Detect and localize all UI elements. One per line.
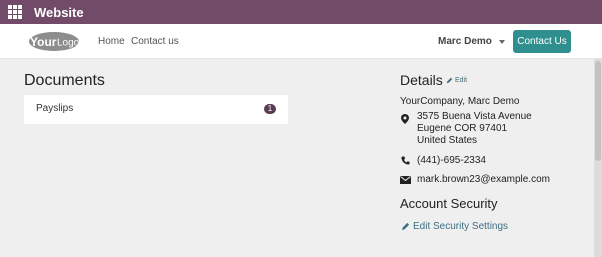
address-block: 3575 Buena Vista Avenue Eugene COR 97401…: [417, 111, 532, 147]
svg-text:Your: Your: [30, 35, 57, 49]
portal-content: Documents Payslips 1 Details Edit YourCo…: [0, 59, 594, 257]
envelope-icon: [400, 176, 411, 184]
scrollbar-thumb[interactable]: [595, 61, 601, 161]
pencil-icon: [401, 222, 410, 231]
nav-link-contact[interactable]: Contact us: [131, 36, 179, 47]
contact-us-button[interactable]: Contact Us: [513, 30, 571, 53]
account-security-title: Account Security: [400, 196, 498, 211]
pencil-icon: [446, 77, 453, 84]
user-menu[interactable]: Marc Demo: [438, 36, 505, 47]
company-name: YourCompany, Marc Demo: [400, 96, 520, 107]
caret-down-icon: [498, 39, 505, 44]
address-line-1: 3575 Buena Vista Avenue: [417, 111, 532, 122]
vertical-scrollbar[interactable]: [594, 59, 602, 257]
site-navbar: Your Logo Home Contact us Marc Demo Cont…: [0, 24, 602, 59]
nav-link-home[interactable]: Home: [98, 36, 125, 47]
phone-number: (441)-695-2334: [417, 155, 486, 166]
address-line-2: Eugene COR 97401: [417, 123, 508, 134]
edit-details-label: Edit: [455, 77, 468, 84]
details-title: Details: [400, 72, 443, 88]
user-name: Marc Demo: [438, 36, 492, 47]
email-address: mark.brown23@example.com: [417, 174, 550, 185]
phone-icon: [401, 156, 410, 165]
document-item-payslips[interactable]: Payslips 1: [24, 95, 288, 124]
edit-security-settings-label: Edit Security Settings: [413, 221, 509, 232]
app-top-bar: Website: [0, 0, 602, 24]
edit-security-settings-link[interactable]: Edit Security Settings: [401, 221, 508, 232]
document-count-badge: 1: [264, 104, 276, 114]
map-marker-icon: [401, 114, 409, 124]
svg-text:Logo: Logo: [57, 38, 80, 49]
company-logo[interactable]: Your Logo: [24, 31, 80, 52]
document-label: Payslips: [36, 103, 74, 114]
app-title: Website: [34, 4, 84, 20]
address-line-3: United States: [417, 135, 478, 146]
documents-title: Documents: [24, 72, 105, 89]
apps-menu-icon[interactable]: [8, 5, 22, 19]
edit-details-link[interactable]: Edit: [446, 77, 467, 84]
